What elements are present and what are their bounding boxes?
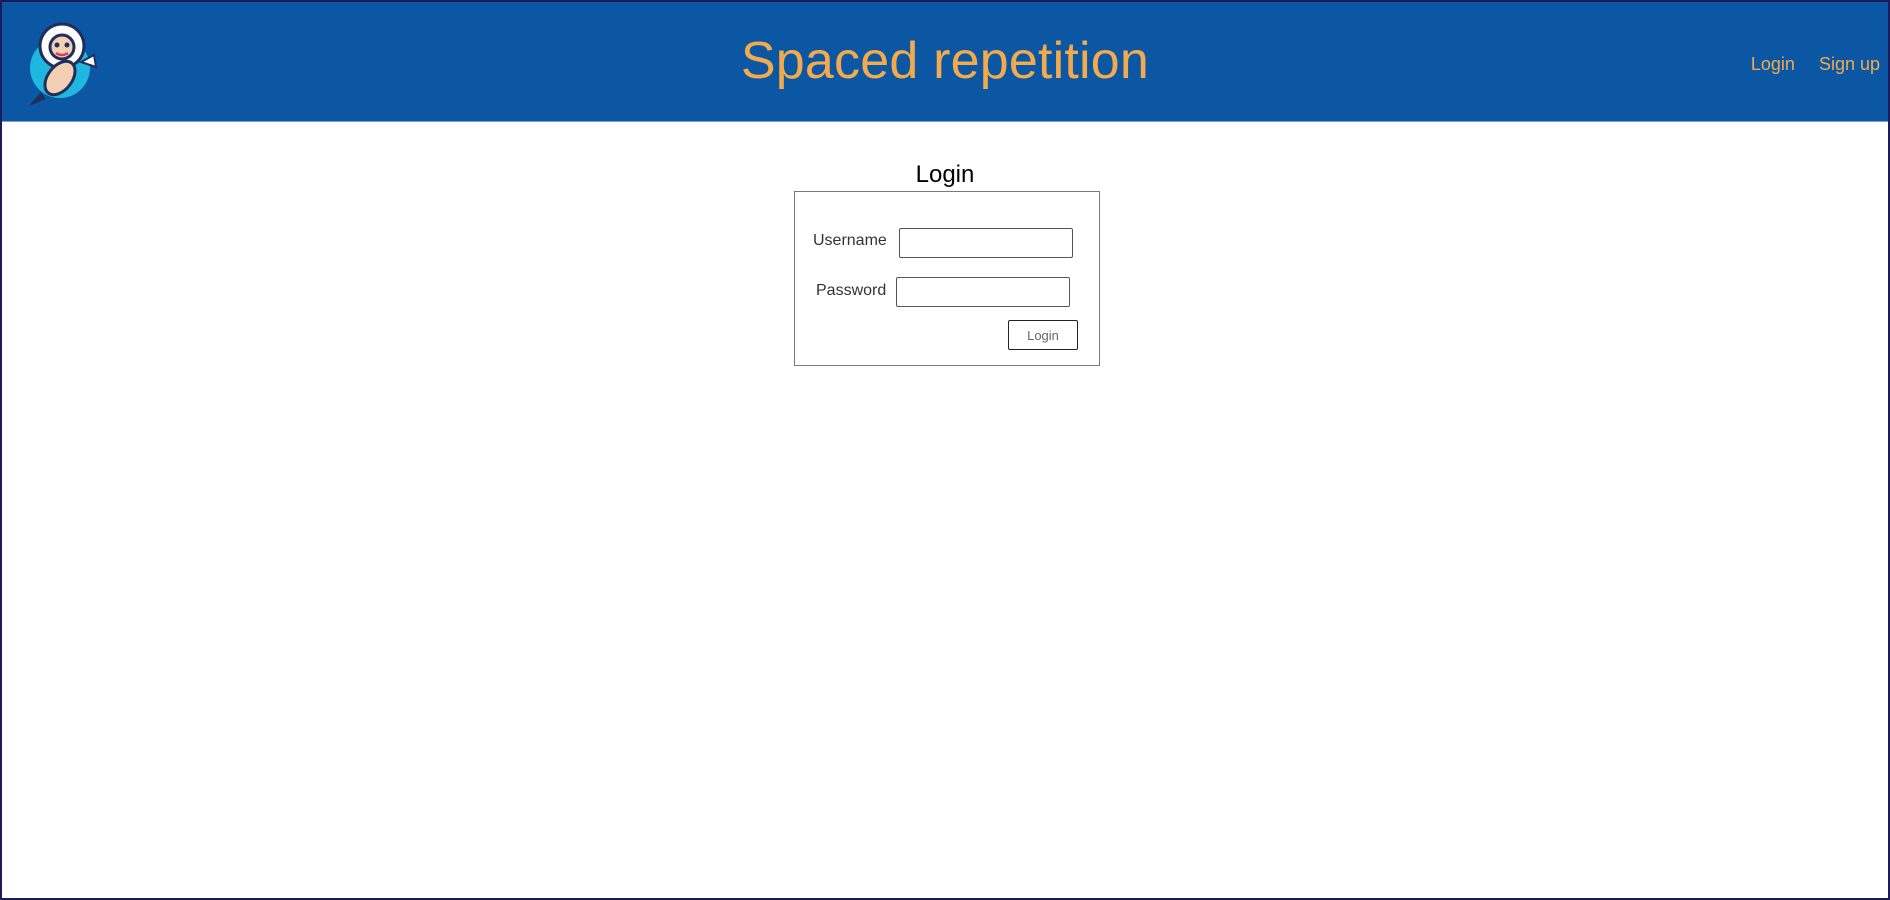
login-button[interactable]: Login <box>1008 320 1078 350</box>
header-nav: Login Sign up <box>1751 52 1880 76</box>
nav-login-link[interactable]: Login <box>1751 52 1795 76</box>
username-input[interactable] <box>899 228 1073 258</box>
site-header: Spaced repetition Login Sign up <box>2 2 1888 122</box>
login-form: Username Password Login <box>794 191 1100 366</box>
page-title: Login <box>915 161 975 189</box>
site-title: Spaced repetition <box>740 32 1150 90</box>
username-label: Username <box>813 232 887 249</box>
password-label: Password <box>816 282 887 299</box>
password-input[interactable] <box>896 277 1070 307</box>
nav-signup-link[interactable]: Sign up <box>1819 52 1880 76</box>
app-frame: Spaced repetition Login Sign up Login Us… <box>0 0 1890 900</box>
